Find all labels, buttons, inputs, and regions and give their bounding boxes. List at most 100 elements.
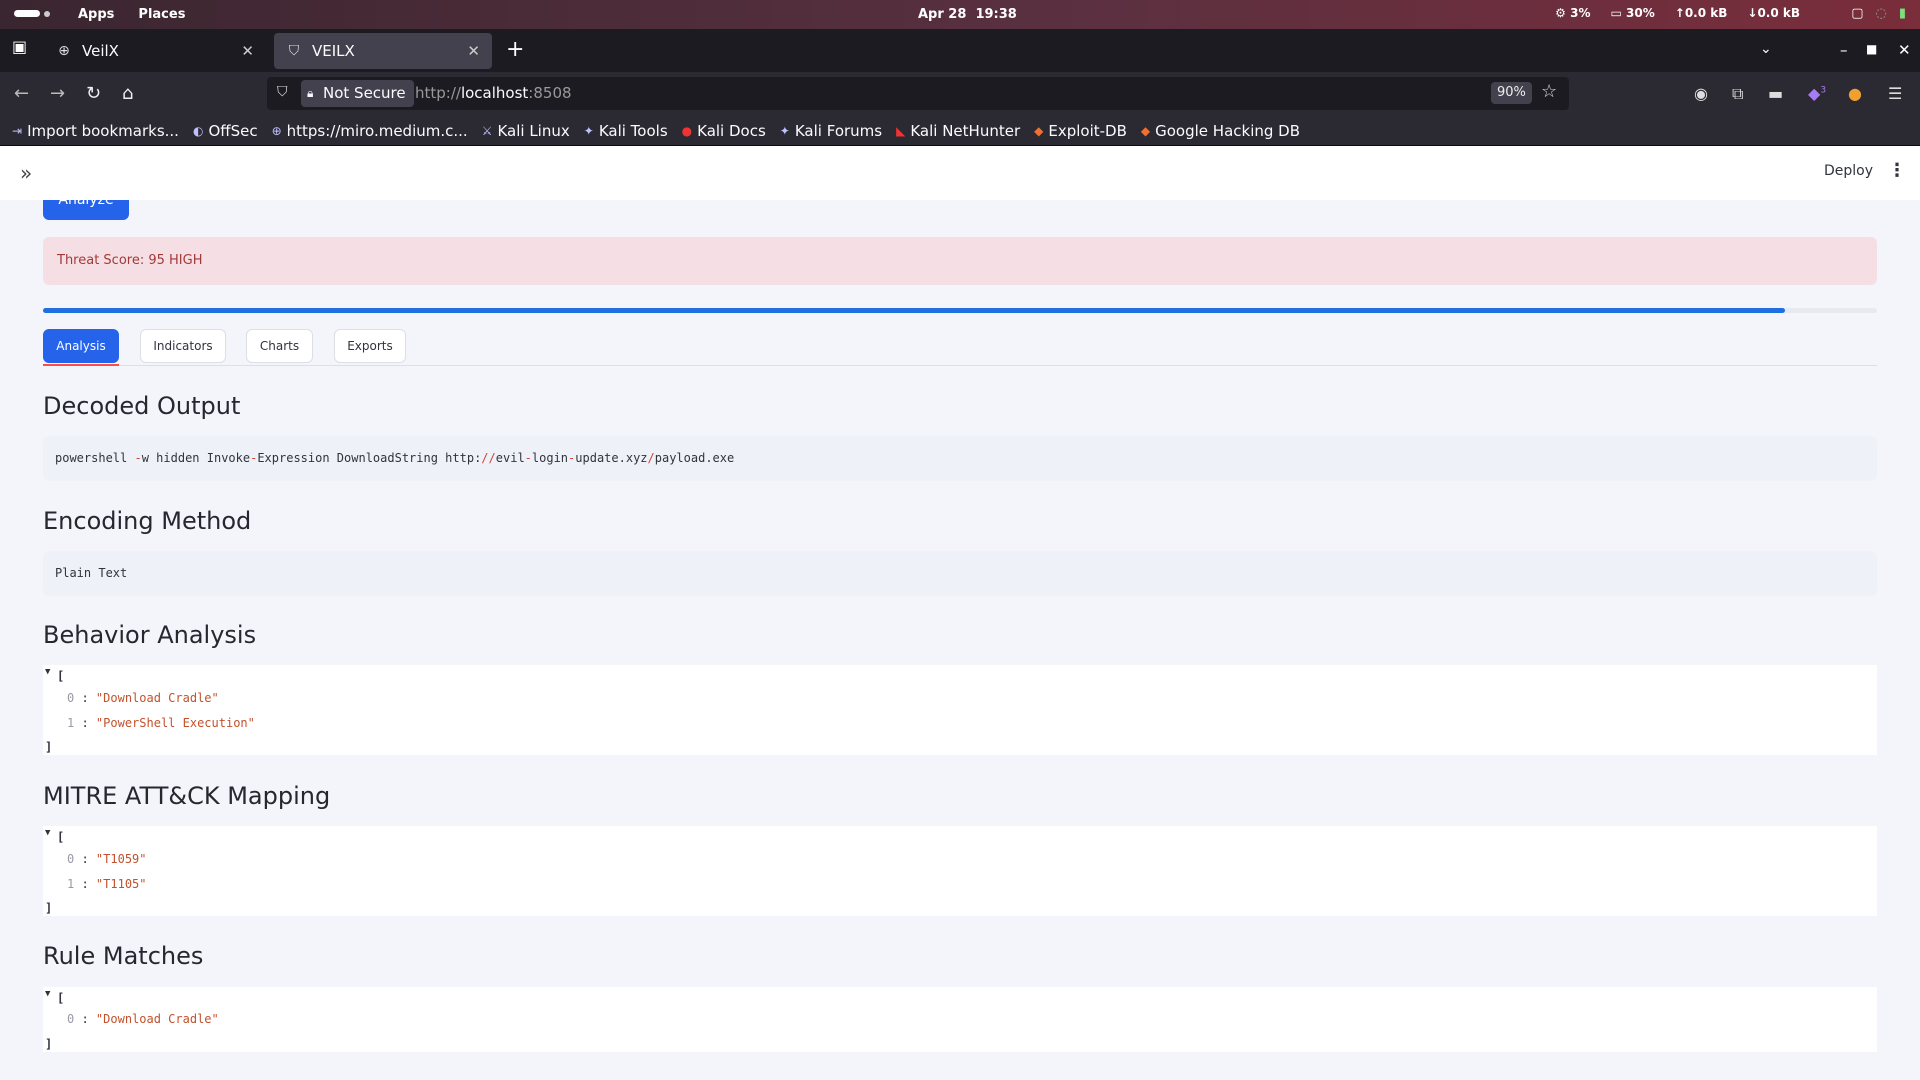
- json-open-bracket: [: [57, 991, 65, 1005]
- kali-forums-icon: ✦: [779, 123, 790, 138]
- deploy-button[interactable]: Deploy: [1824, 163, 1873, 179]
- collapse-triangle-icon[interactable]: ▼: [45, 989, 50, 999]
- forward-icon[interactable]: →: [50, 83, 65, 104]
- encoding-method-heading: Encoding Method: [43, 507, 252, 535]
- net-up-value: 0.0 kB: [1684, 6, 1728, 20]
- apps-menu[interactable]: Apps: [78, 7, 114, 22]
- close-tab-icon[interactable]: ✕: [241, 42, 254, 60]
- back-icon[interactable]: ←: [14, 83, 29, 104]
- json-close-bracket: ]: [45, 740, 53, 754]
- clock[interactable]: Apr 28 19:38: [918, 7, 1017, 22]
- bookmark-label: OffSec: [208, 121, 258, 140]
- browser-tab-veilx-active[interactable]: ⛉ VEILX ✕: [274, 33, 492, 69]
- encoding-method-code[interactable]: Plain Text: [43, 551, 1877, 596]
- json-sep: :: [74, 852, 96, 866]
- bookmark-star-icon[interactable]: ☆: [1541, 81, 1557, 102]
- bookmark-miro[interactable]: ⊕ https://miro.medium.c...: [272, 122, 468, 140]
- window-icon[interactable]: ▢: [1851, 6, 1863, 21]
- mitre-heading: MITRE ATT&CK Mapping: [43, 782, 331, 810]
- json-open-bracket: [: [57, 669, 65, 683]
- tracking-protection-icon[interactable]: ⛉: [277, 84, 288, 100]
- json-sep: :: [74, 691, 96, 705]
- mute-icon[interactable]: ◌: [1876, 6, 1887, 21]
- kali-docs-icon: ●: [681, 123, 693, 138]
- bookmark-label: Import bookmarks...: [27, 121, 179, 140]
- bookmark-kali-docs[interactable]: ● Kali Docs: [682, 122, 766, 140]
- bookmark-import[interactable]: ⇥ Import bookmarks...: [12, 122, 179, 140]
- json-value: "T1105": [95, 877, 147, 891]
- home-icon[interactable]: ⌂: [122, 83, 133, 104]
- json-item: 0 : "Download Cradle": [67, 1012, 219, 1026]
- cpu-icon: ⚙: [1555, 6, 1566, 20]
- system-top-bar: Apps Places Apr 28 19:38 ⚙ 3% ▭ 30% ↑0.0…: [0, 0, 1920, 29]
- bookmark-offsec[interactable]: ◐ OffSec: [193, 122, 258, 140]
- kali-tools-icon: ✦: [583, 123, 594, 138]
- bookmark-exploit-db[interactable]: ◆ Exploit-DB: [1034, 122, 1127, 140]
- url-text[interactable]: http://localhost:8508: [415, 84, 572, 102]
- bookmark-kali-forums[interactable]: ✦ Kali Forums: [780, 122, 882, 140]
- maximize-icon[interactable]: ■: [1866, 42, 1877, 56]
- bookmark-kali-tools[interactable]: ✦ Kali Tools: [584, 122, 668, 140]
- net-up-stat: ↑0.0 kB: [1675, 6, 1728, 20]
- activities-indicator[interactable]: [14, 10, 50, 17]
- close-window-icon[interactable]: ✕: [1898, 41, 1911, 59]
- memory-icon: ▭: [1610, 6, 1622, 20]
- threat-progress-bar: [43, 308, 1877, 313]
- new-tab-icon[interactable]: +: [506, 37, 524, 62]
- net-down-value: 0.0 kB: [1757, 6, 1800, 20]
- arrow-down-icon: ↓: [1747, 6, 1758, 20]
- tab-analysis[interactable]: Analysis: [43, 329, 119, 363]
- json-close-bracket: ]: [45, 901, 53, 915]
- hamburger-menu-icon[interactable]: ☰: [1888, 84, 1902, 103]
- json-value: "Download Cradle": [95, 1012, 219, 1026]
- cpu-value: 3%: [1570, 6, 1591, 20]
- close-tab-icon[interactable]: ✕: [467, 42, 480, 60]
- behavior-analysis-heading: Behavior Analysis: [43, 621, 257, 649]
- globe-icon: ⊕: [271, 123, 282, 138]
- json-sep: :: [74, 716, 96, 730]
- active-tab-underline: [43, 364, 119, 366]
- threat-progress-fill: [43, 308, 1786, 313]
- ghdb-icon: ◆: [1140, 123, 1151, 138]
- battery-icon[interactable]: ▮: [1899, 6, 1906, 21]
- bookmark-label: Google Hacking DB: [1155, 121, 1300, 140]
- bookmark-label: Kali Forums: [794, 121, 883, 140]
- extensions-icon[interactable]: ⧉: [1732, 84, 1743, 104]
- places-menu[interactable]: Places: [138, 7, 185, 22]
- url-bar[interactable]: ⛉ 🔒︎ Not Secure http://localhost:8508 90%…: [267, 77, 1569, 110]
- browser-tab-strip: ▣ ⊕ VeilX ✕ ⛉ VEILX ✕ + ⌄ – ■ ✕: [0, 29, 1920, 72]
- expand-sidebar-icon[interactable]: »: [20, 161, 32, 185]
- json-value: "T1059": [95, 852, 147, 866]
- reload-icon[interactable]: ↻: [86, 83, 101, 104]
- extension-cookie-icon[interactable]: ●: [1848, 84, 1862, 103]
- main-content: Analyze Threat Score: 95 HIGH Analysis I…: [0, 200, 1920, 1080]
- analyze-button[interactable]: Analyze: [43, 200, 129, 220]
- bookmark-kali-nethunter[interactable]: ◣ Kali NetHunter: [896, 122, 1020, 140]
- tab-charts[interactable]: Charts: [246, 329, 313, 363]
- decoded-output-code[interactable]: powershell -w hidden Invoke-Expression D…: [43, 436, 1877, 481]
- behavior-analysis-json: ▼ [ 0 : "Download Cradle" 1 : "PowerShel…: [43, 665, 1877, 755]
- clock-time: 19:38: [975, 7, 1017, 22]
- tab-exports[interactable]: Exports: [334, 329, 406, 363]
- bookmark-kali-linux[interactable]: ⚔ Kali Linux: [482, 122, 570, 140]
- main-menu-icon[interactable]: ⋮: [1888, 160, 1906, 181]
- zoom-indicator[interactable]: 90%: [1491, 82, 1532, 104]
- result-tabs: Analysis Indicators Charts Exports: [43, 329, 1877, 366]
- collapse-triangle-icon[interactable]: ▼: [45, 828, 50, 838]
- lock-icon: 🔒︎: [307, 86, 314, 100]
- tab-indicators[interactable]: Indicators: [140, 329, 226, 363]
- bookmark-label: Kali Linux: [497, 121, 570, 140]
- extension-badge-icon[interactable]: ◆3: [1808, 84, 1826, 103]
- extension-hat-icon[interactable]: ▬: [1768, 84, 1783, 103]
- minimize-icon[interactable]: –: [1840, 41, 1848, 59]
- bookmark-google-hacking-db[interactable]: ◆ Google Hacking DB: [1141, 122, 1300, 140]
- json-open-bracket: [: [57, 830, 65, 844]
- firefox-view-icon[interactable]: ▣: [12, 37, 27, 56]
- browser-tab-veilx[interactable]: ⊕ VeilX ✕: [44, 33, 266, 69]
- collapse-triangle-icon[interactable]: ▼: [45, 667, 50, 677]
- site-security-indicator[interactable]: 🔒︎ Not Secure: [301, 80, 414, 107]
- chevron-down-icon[interactable]: ⌄: [1760, 41, 1772, 57]
- account-icon[interactable]: ◉: [1694, 84, 1708, 103]
- json-item: 0 : "T1059": [67, 852, 147, 866]
- decoded-output-heading: Decoded Output: [43, 392, 241, 420]
